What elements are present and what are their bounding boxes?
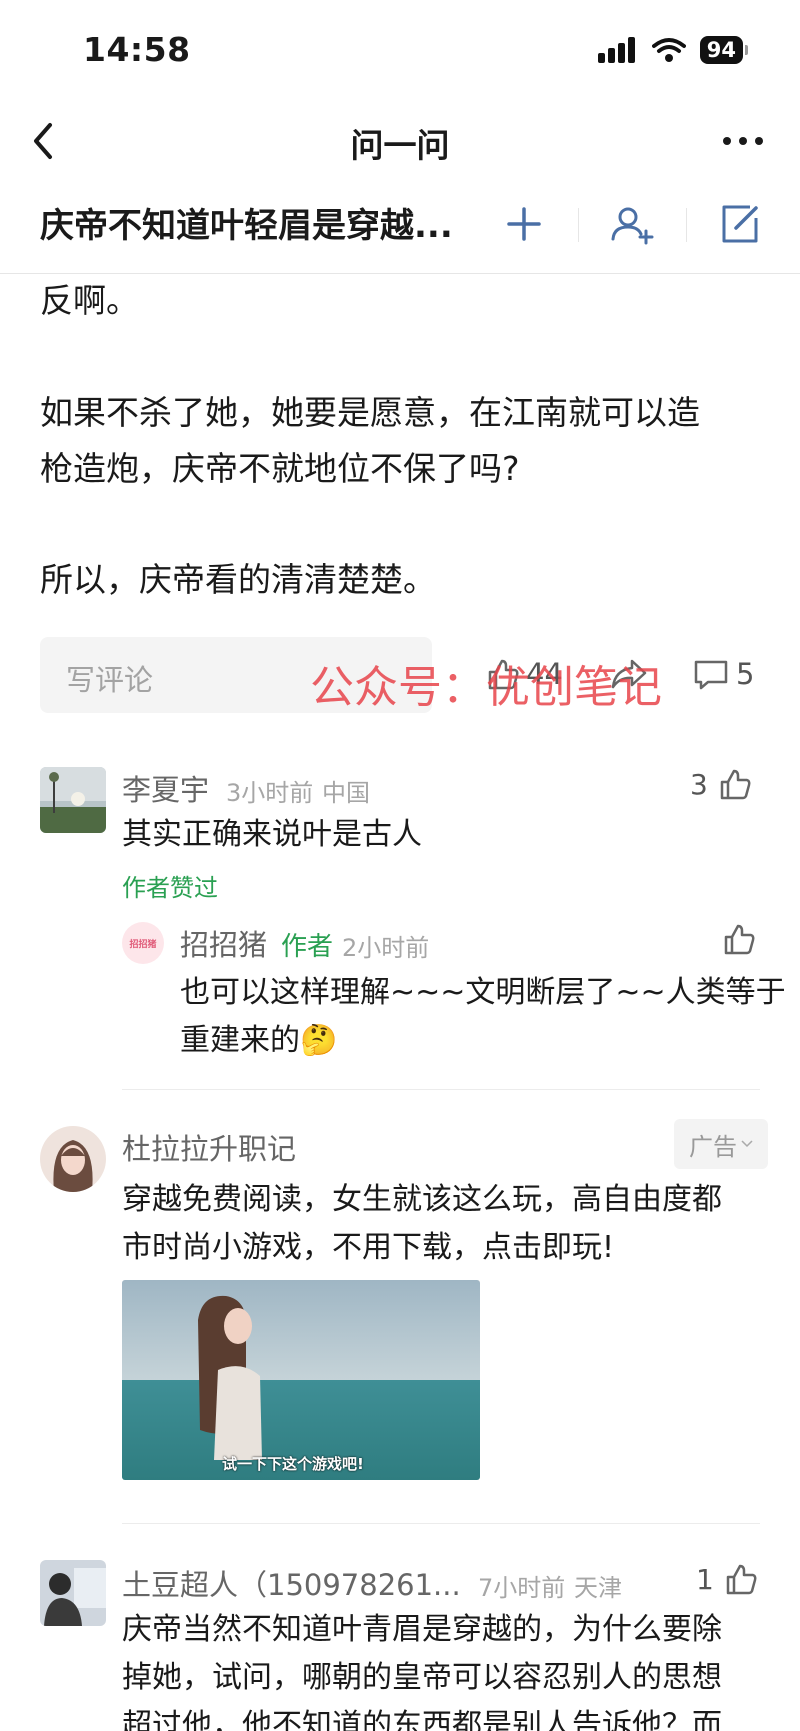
ad-image-scene — [122, 1280, 480, 1480]
comment-location: 天津 — [574, 1574, 622, 1602]
watermark: 公众号：优创笔记 — [310, 662, 662, 713]
author-liked-badge: 作者赞过 — [122, 874, 218, 902]
divider — [686, 208, 687, 242]
signal-icon — [597, 37, 635, 63]
ad-label-text: 广告 — [689, 1132, 737, 1161]
ad-text-line: 市时尚小游戏，不用下载，点击即玩! — [122, 1230, 615, 1265]
comment-text: 其实正确来说叶是古人 — [122, 817, 422, 852]
comment-location: 中国 — [322, 779, 370, 807]
edit-icon[interactable] — [712, 196, 768, 252]
answer-paragraph: 如果不杀了她，她要是愿意，在江南就可以造 — [40, 393, 700, 432]
ad-label[interactable]: 广告 — [674, 1119, 768, 1169]
action-row: 写评论 44 5 公众号：优创笔记 — [0, 637, 800, 715]
comment-count: 5 — [736, 657, 755, 691]
comment-like-button[interactable]: 1 — [696, 1562, 758, 1596]
status-bar: 14:58 94 — [0, 0, 800, 100]
nav-bar: 问一问 — [0, 105, 800, 177]
divider — [578, 208, 579, 242]
comment-like-button[interactable]: 3 — [690, 767, 752, 801]
page-title: 问一问 — [350, 126, 450, 165]
comment-count-button[interactable]: 5 — [692, 657, 754, 691]
reply-time: 2小时前 — [342, 934, 430, 962]
answer-paragraph: 反啊。 — [40, 281, 139, 320]
answer-paragraph: 枪造炮，庆帝不就地位不保了吗? — [40, 449, 520, 488]
reply-text-line: 重建来的🤔 — [180, 1023, 338, 1058]
chevron-down-icon — [741, 1140, 753, 1148]
status-icons: 94 — [597, 36, 748, 64]
battery-tip — [745, 45, 748, 55]
reply-name[interactable]: 招招猪 — [180, 922, 267, 964]
question-bar: 庆帝不知道叶轻眉是穿越... — [0, 182, 800, 274]
reply-avatar[interactable]: 招招猪 — [122, 922, 164, 964]
commenter-name[interactable]: 土豆超人（150978261... — [122, 1562, 461, 1604]
reply-avatar-text: 招招猪 — [129, 939, 157, 950]
comment-placeholder: 写评论 — [66, 663, 154, 697]
comment-text-line: 掉她，试问，哪朝的皇帝可以容忍别人的思想 — [122, 1660, 722, 1695]
comment-item: 土豆超人（150978261... 7小时前 天津 1 庆帝当然不知道叶青眉是穿… — [0, 1560, 800, 1731]
comment-like-count: 3 — [690, 767, 708, 801]
ad-text-line: 穿越免费阅读，女生就该这么玩，高自由度都 — [122, 1182, 722, 1217]
comment-item: 李夏宇 3小时前 中国 3 其实正确来说叶是古人 作者赞过 招招猪 招招猪 作者… — [0, 765, 800, 1095]
comment-time: 7小时前 — [478, 1574, 566, 1602]
avatar[interactable] — [40, 767, 106, 833]
question-title[interactable]: 庆帝不知道叶轻眉是穿越... — [40, 198, 453, 247]
invite-user-icon[interactable] — [604, 196, 660, 252]
thumb-up-icon[interactable] — [722, 922, 756, 956]
comment-like-count: 1 — [696, 1562, 714, 1596]
comment-time: 3小时前 — [226, 779, 314, 807]
separator — [122, 1089, 760, 1090]
comment-text-line: 庆帝当然不知道叶青眉是穿越的，为什么要除 — [122, 1612, 722, 1647]
separator — [122, 1523, 760, 1524]
comment-icon — [694, 660, 728, 690]
author-tag: 作者 — [281, 932, 334, 962]
plus-icon[interactable] — [496, 196, 552, 252]
wifi-icon — [651, 38, 686, 62]
battery-indicator: 94 — [699, 36, 748, 64]
comment-text-line: 超过他，他不知道的东西都是别人告诉他？而 — [122, 1708, 722, 1731]
thumb-up-icon — [720, 769, 751, 800]
battery-level: 94 — [699, 36, 743, 64]
avatar[interactable] — [40, 1126, 106, 1192]
commenter-name[interactable]: 李夏宇 — [122, 767, 209, 809]
advertiser-name[interactable]: 杜拉拉升职记 — [122, 1126, 296, 1168]
more-icon[interactable] — [718, 117, 768, 165]
avatar[interactable] — [40, 1560, 106, 1626]
answer-paragraph: 所以，庆帝看的清清楚楚。 — [40, 560, 436, 599]
status-time: 14:58 — [83, 30, 191, 69]
ad-image[interactable]: 试一下下这个游戏吧! — [122, 1280, 480, 1480]
reply-text-line: 也可以这样理解~~~文明断层了~~人类等于 — [180, 975, 786, 1010]
ad-image-caption: 试一下下这个游戏吧! — [222, 1455, 364, 1473]
thumb-up-icon — [726, 1564, 757, 1595]
